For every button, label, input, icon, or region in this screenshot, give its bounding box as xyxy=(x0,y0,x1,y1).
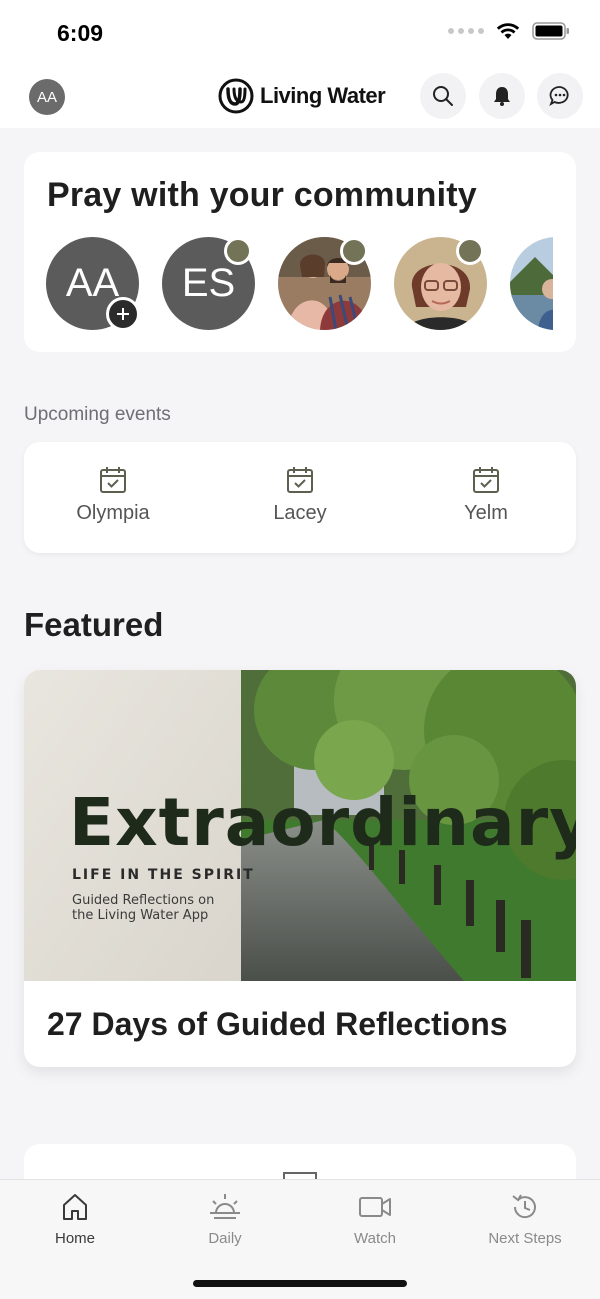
messages-button[interactable] xyxy=(537,73,583,119)
community-people-row[interactable]: AA ES xyxy=(46,237,553,337)
signal-icon xyxy=(448,28,484,34)
status-bar: 6:09 xyxy=(0,0,600,66)
event-label: Yelm xyxy=(464,502,508,524)
app-header: AA Living Water xyxy=(0,66,600,128)
calendar-check-icon xyxy=(100,467,126,493)
tab-label: Next Steps xyxy=(488,1230,562,1247)
featured-image: Extraordinary LIFE IN THE SPIRIT Guided … xyxy=(24,670,576,981)
brand-name: Living Water xyxy=(260,83,386,108)
plus-icon xyxy=(117,308,129,320)
search-icon xyxy=(433,86,453,106)
tab-watch[interactable]: Watch xyxy=(300,1192,450,1247)
brand-logo: Living Water xyxy=(218,78,386,114)
history-icon xyxy=(512,1194,536,1219)
status-icons xyxy=(448,22,570,40)
events-card: Olympia Lacey Yelm xyxy=(24,442,576,553)
featured-image-subtitle: LIFE IN THE SPIRIT xyxy=(72,867,255,883)
notifications-button[interactable] xyxy=(479,73,525,119)
sunrise-icon xyxy=(210,1194,240,1219)
event-item-yelm[interactable]: Yelm xyxy=(411,466,561,525)
person-initials: ES xyxy=(181,261,236,305)
home-icon xyxy=(63,1194,87,1220)
featured-image-tagline: the Living Water App xyxy=(72,908,208,923)
add-person-button[interactable] xyxy=(106,297,140,331)
featured-image-title: Extraordinary xyxy=(69,784,576,861)
community-card: Pray with your community AA ES xyxy=(24,152,576,352)
calendar-check-icon xyxy=(287,467,313,493)
bell-icon xyxy=(494,87,510,106)
tab-label: Watch xyxy=(354,1230,396,1247)
profile-avatar[interactable]: AA xyxy=(29,79,65,115)
event-item-olympia[interactable]: Olympia xyxy=(38,466,188,525)
status-time: 6:09 xyxy=(57,20,104,46)
tab-daily[interactable]: Daily xyxy=(150,1192,300,1247)
featured-heading: Featured xyxy=(24,606,164,643)
tab-label: Home xyxy=(54,1230,95,1247)
online-indicator xyxy=(340,237,368,265)
home-indicator[interactable] xyxy=(193,1280,407,1287)
living-water-logo-icon xyxy=(218,78,254,114)
wifi-icon xyxy=(496,23,520,39)
featured-card[interactable]: Extraordinary LIFE IN THE SPIRIT Guided … xyxy=(24,670,576,1067)
tab-next-steps[interactable]: Next Steps xyxy=(450,1192,600,1247)
events-section-label: Upcoming events xyxy=(24,404,171,425)
battery-icon xyxy=(532,22,569,40)
event-label: Lacey xyxy=(273,502,327,524)
community-title: Pray with your community xyxy=(47,176,477,214)
online-indicator xyxy=(224,237,252,265)
person-initials: AA xyxy=(65,261,120,305)
event-item-lacey[interactable]: Lacey xyxy=(225,466,375,525)
person-avatar-photo[interactable] xyxy=(510,237,553,330)
tab-label: Daily xyxy=(208,1230,242,1247)
featured-caption: 27 Days of Guided Reflections xyxy=(47,1006,508,1042)
video-icon xyxy=(359,1197,391,1217)
event-label: Olympia xyxy=(76,502,150,524)
online-indicator xyxy=(456,237,484,265)
tab-home[interactable]: Home xyxy=(0,1192,150,1247)
chat-icon xyxy=(549,86,569,107)
featured-image-tagline: Guided Reflections on xyxy=(72,893,214,908)
calendar-check-icon xyxy=(473,467,499,493)
landscape-photo xyxy=(510,237,553,330)
search-button[interactable] xyxy=(420,73,466,119)
